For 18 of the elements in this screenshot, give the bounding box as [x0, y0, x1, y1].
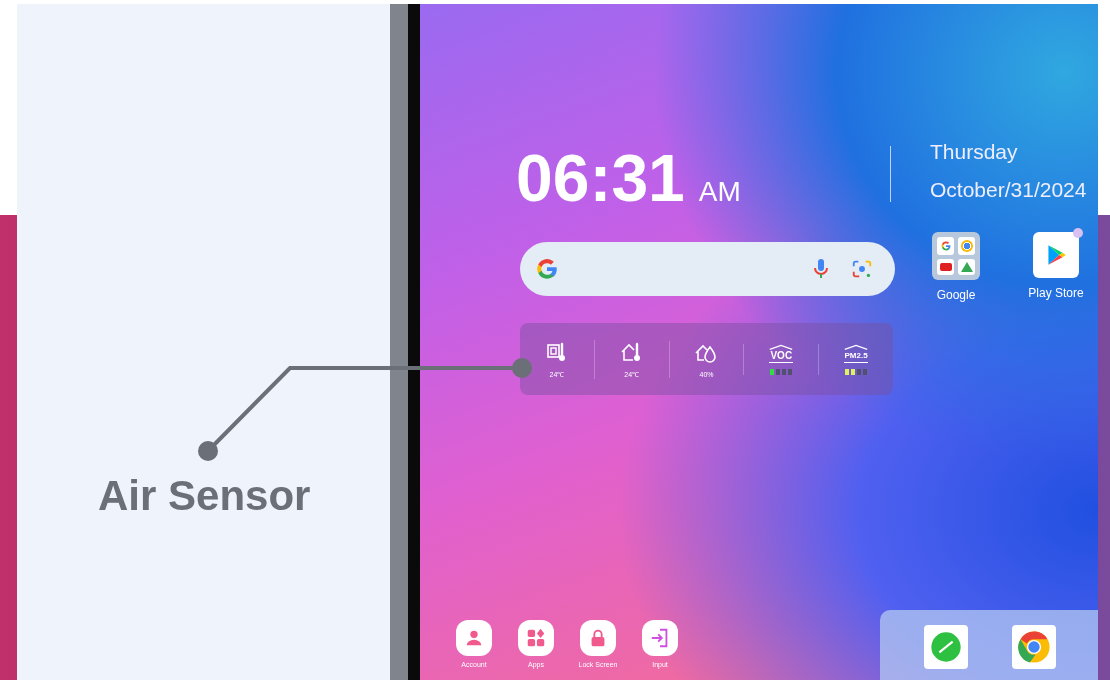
input-app-icon[interactable]: [642, 620, 678, 656]
apps-app-icon[interactable]: [518, 620, 554, 656]
browser-icon[interactable]: [1012, 625, 1056, 669]
clock-time: 06:31: [516, 140, 685, 216]
search-bar[interactable]: [520, 242, 895, 296]
app-folder-icon[interactable]: [932, 232, 980, 280]
weekday-text: Thursday: [930, 140, 1019, 164]
date-text: October/31/2024: [930, 178, 1087, 202]
app-label: Google: [936, 288, 976, 302]
account-app-icon[interactable]: [456, 620, 492, 656]
app-label: Play Store: [1028, 286, 1084, 300]
microphone-icon[interactable]: [813, 257, 829, 281]
callout-label: Air Sensor: [98, 472, 311, 520]
pen-app-icon[interactable]: [924, 625, 968, 669]
camera-lens-icon[interactable]: [851, 258, 873, 280]
clock-period: AM: [698, 176, 741, 208]
google-logo-icon: [534, 256, 560, 282]
lock-app-icon[interactable]: [580, 620, 616, 656]
